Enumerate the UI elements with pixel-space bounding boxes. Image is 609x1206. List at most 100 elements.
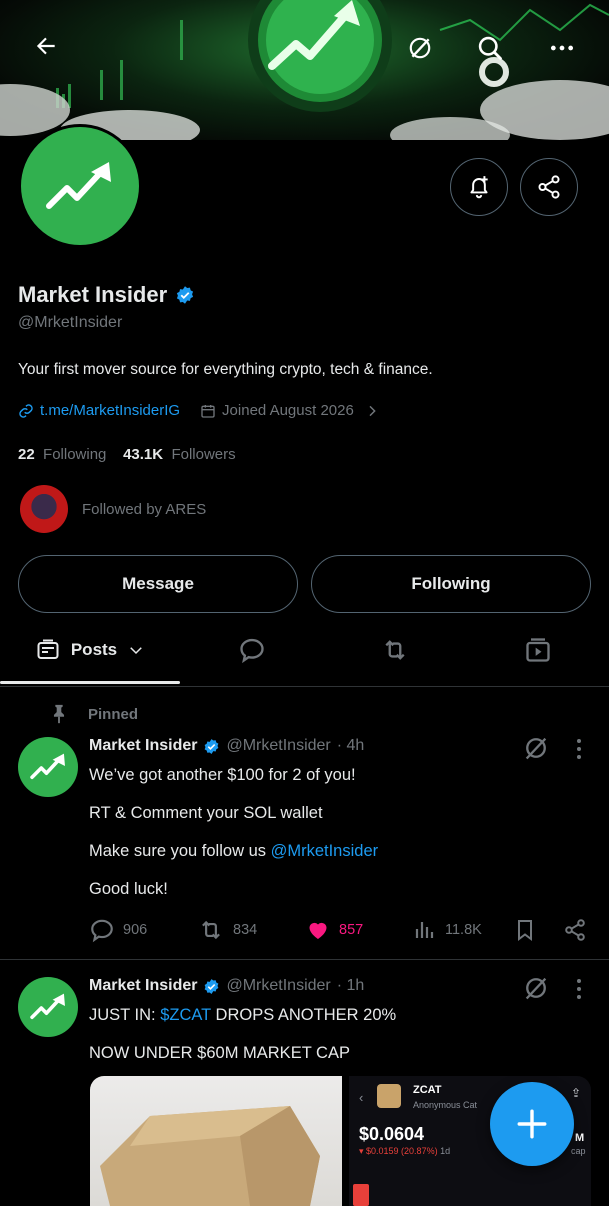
pinned-text: Pinned [88,705,139,723]
tab-posts-label: Posts [70,640,118,659]
pin-icon [53,704,65,724]
profile-name: Market Insider [18,282,168,307]
back-chevron-icon: ‹ [359,1090,364,1105]
post-author-name[interactable]: Market Insider [89,977,197,995]
reply-count: 906 [123,922,148,938]
profile-banner[interactable] [0,0,609,140]
post-time: · 1h [336,977,365,994]
grok-icon [525,737,547,760]
share-icon [538,175,560,199]
notify-button[interactable] [450,158,508,216]
like-button[interactable]: 857 [305,918,363,942]
repost-icon [202,920,220,940]
profile-meta: t.me/MarketInsiderIG Joined August 2026 [18,402,380,419]
follower-avatar [20,485,68,533]
banner-art [0,0,609,140]
bookmark-button[interactable] [513,917,537,943]
token-subtitle: Anonymous Cat [413,1100,478,1110]
profile-tabs: Posts [0,620,609,687]
video-icon [526,638,550,662]
followed-by-row[interactable]: Followed by ARES [20,485,206,533]
repost-button[interactable]: 834 [197,917,257,943]
calendar-icon [201,404,215,418]
post-more-button[interactable] [570,738,588,765]
tab-media[interactable] [508,620,568,680]
post-text-line: We’ve got another $100 for 2 of you! [89,766,356,784]
arrow-left-icon [36,37,55,55]
mention-link[interactable]: @MrketInsider [271,842,379,860]
profile-link[interactable]: t.me/MarketInsiderIG [40,402,180,419]
bookmark-icon [518,920,532,941]
profile-avatar[interactable] [18,124,142,248]
profile-handle: @MrketInsider [18,314,123,331]
market-cap-label: cap [571,1146,586,1156]
repost-icon [385,640,405,660]
tab-posts[interactable]: Posts [0,620,180,680]
post-author-name[interactable]: Market Insider [89,737,197,755]
followers-link[interactable]: 43.1K Followers [123,446,236,463]
profile-bio: Your first mover source for everything c… [18,361,433,378]
verified-badge-icon [177,286,194,304]
like-count: 857 [339,922,364,938]
price-candle [353,1184,369,1206]
post-text-line: JUST IN: $ZCAT DROPS ANOTHER 20% [89,1006,397,1024]
following-label: Following [411,574,491,593]
follow-counts: 22 Following 43.1K Followers [18,446,236,463]
view-count: 11.8K [445,922,482,938]
post-avatar[interactable] [18,977,78,1037]
share-profile-button[interactable] [520,158,578,216]
post-grok-button[interactable] [522,974,550,1007]
grok-button[interactable] [398,26,442,70]
share-post-button[interactable] [563,917,587,943]
more-vertical-icon [577,979,581,999]
post-text-line: Good luck! [89,880,168,898]
grok-icon [525,977,547,1000]
compose-post-button[interactable] [490,1082,574,1166]
post-header: Market Insider @MrketInsider · 4h [89,737,364,755]
cashtag-link[interactable]: $ZCAT [160,1006,211,1024]
post-more-button[interactable] [570,978,588,1005]
post-header: Market Insider @MrketInsider · 1h [89,977,364,995]
message-label: Message [122,574,194,593]
post-avatar[interactable] [18,737,78,797]
tab-reposts[interactable] [365,620,425,680]
post-media-image[interactable] [90,1076,342,1206]
profile-name-row: Market Insider [18,282,195,308]
post-actions: 906 834 857 11.8K [89,916,589,944]
share-upload-icon: ⇪ [571,1086,582,1100]
views-chart-icon [415,922,434,938]
post-author-handle: @MrketInsider [226,977,331,994]
verified-badge-icon [205,738,219,754]
plus-icon [517,1109,547,1139]
share-icon [565,919,585,941]
search-button[interactable] [468,26,512,70]
more-button[interactable] [540,26,584,70]
trend-arrow-icon [30,993,65,1020]
post-author-handle: @MrketInsider [226,737,331,754]
token-avatar [377,1084,401,1108]
chevron-right-icon[interactable] [364,403,380,419]
box-photo [100,1106,320,1206]
heart-filled-icon [309,922,327,939]
verified-badge-icon [205,978,219,994]
following-button[interactable]: Following [311,555,591,613]
trend-arrow-icon [46,162,111,209]
link-icon [19,403,33,418]
reply-button[interactable]: 906 [89,917,147,943]
back-button[interactable] [24,24,68,68]
trend-arrow-icon [30,753,65,780]
post-time: · 4h [336,737,365,754]
joined-date: Joined August 2026 [222,402,354,419]
repost-count: 834 [233,922,258,938]
following-link[interactable]: 22 Following [18,446,106,463]
more-horizontal-icon [550,45,574,51]
pinned-label-row: Pinned [48,703,138,725]
message-button[interactable]: Message [18,555,298,613]
followed-by-text: Followed by ARES [82,500,207,518]
post-divider [0,959,609,960]
post-grok-button[interactable] [522,734,550,767]
more-vertical-icon [577,739,581,759]
active-tab-indicator [0,681,180,684]
views-button[interactable]: 11.8K [413,917,482,943]
tab-replies[interactable] [222,620,282,680]
